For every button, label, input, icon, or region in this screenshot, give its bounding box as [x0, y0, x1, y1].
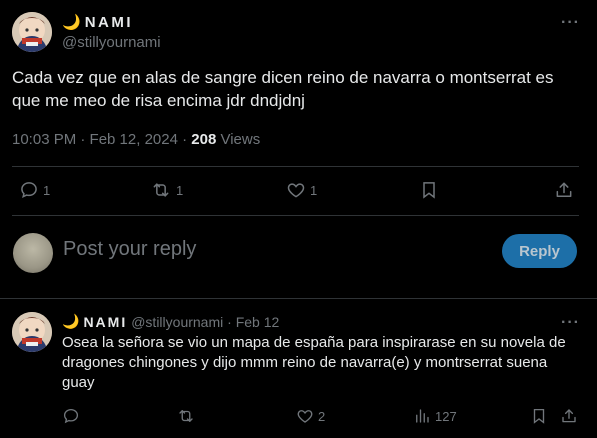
reply-retweet-action[interactable] — [176, 407, 196, 425]
current-user-avatar[interactable] — [13, 233, 53, 273]
like-count: 1 — [310, 182, 318, 198]
like-action[interactable]: 1 — [286, 180, 317, 200]
retweet-icon — [179, 410, 193, 422]
reply-text: Osea la señora se vio un mapa de españa … — [62, 334, 566, 391]
reply-views-action[interactable]: 127 — [413, 407, 457, 425]
bookmark-action[interactable] — [419, 180, 439, 200]
reply-like-action[interactable]: 2 — [296, 407, 325, 425]
retweet-count: 1 — [176, 182, 184, 198]
reply-date[interactable]: Feb 12 — [236, 314, 280, 330]
tweet-meta: 10:03 PM · Feb 12, 2024 · 208 Views — [12, 131, 260, 148]
reply-bookmark-action[interactable] — [530, 407, 548, 425]
reply-input[interactable]: Post your reply — [63, 238, 196, 261]
more-options-icon[interactable]: ··· — [561, 14, 580, 32]
views-count: 208 — [191, 131, 217, 148]
reply-button[interactable]: Reply — [502, 234, 577, 268]
reply-share-action[interactable] — [560, 407, 578, 425]
retweet-action[interactable]: 1 — [150, 180, 183, 200]
retweet-icon — [153, 183, 169, 197]
heart-icon — [297, 410, 313, 423]
reply-action[interactable]: 1 — [19, 180, 50, 200]
reply-author-handle[interactable]: @stillyournami — [131, 314, 223, 330]
views-label: Views — [216, 131, 261, 148]
reply-icon — [63, 408, 79, 424]
author-name-line: 🌙 NAMI — [62, 13, 133, 32]
bookmark-icon — [423, 182, 435, 199]
reply-views-count: 127 — [435, 408, 457, 424]
reply-like-count: 2 — [318, 408, 326, 424]
divider-actions — [12, 215, 579, 216]
moon-emoji-icon: 🌙 — [62, 14, 81, 31]
tweet-timestamp[interactable]: 10:03 PM · Feb 12, 2024 · — [12, 131, 191, 148]
share-icon — [562, 409, 576, 423]
reply-author-line: 🌙 NAMI @stillyournami · Feb 12 — [62, 313, 279, 330]
bookmark-icon — [533, 408, 545, 424]
author-display-name[interactable]: NAMI — [85, 14, 133, 31]
share-icon — [556, 182, 572, 197]
share-action[interactable] — [554, 180, 574, 200]
author-handle[interactable]: @stillyournami — [62, 34, 161, 51]
reply-author-display-name[interactable]: NAMI — [83, 314, 127, 330]
divider-composer — [0, 298, 597, 299]
reply-reply-action[interactable] — [62, 407, 80, 425]
author-avatar[interactable] — [12, 12, 52, 52]
heart-icon — [287, 183, 305, 198]
reply-more-options-icon[interactable]: ··· — [561, 314, 580, 332]
author-handle-line: @stillyournami — [62, 34, 161, 51]
reply-author-avatar[interactable] — [12, 312, 52, 352]
tweet-text: Cada vez que en alas de sangre dicen rei… — [12, 68, 554, 110]
reply-icon — [21, 182, 37, 199]
divider-top — [12, 166, 579, 167]
analytics-icon — [416, 409, 429, 423]
reply-separator: · — [223, 313, 236, 330]
reply-count: 1 — [43, 182, 51, 198]
reply-moon-emoji-icon: 🌙 — [62, 313, 80, 329]
